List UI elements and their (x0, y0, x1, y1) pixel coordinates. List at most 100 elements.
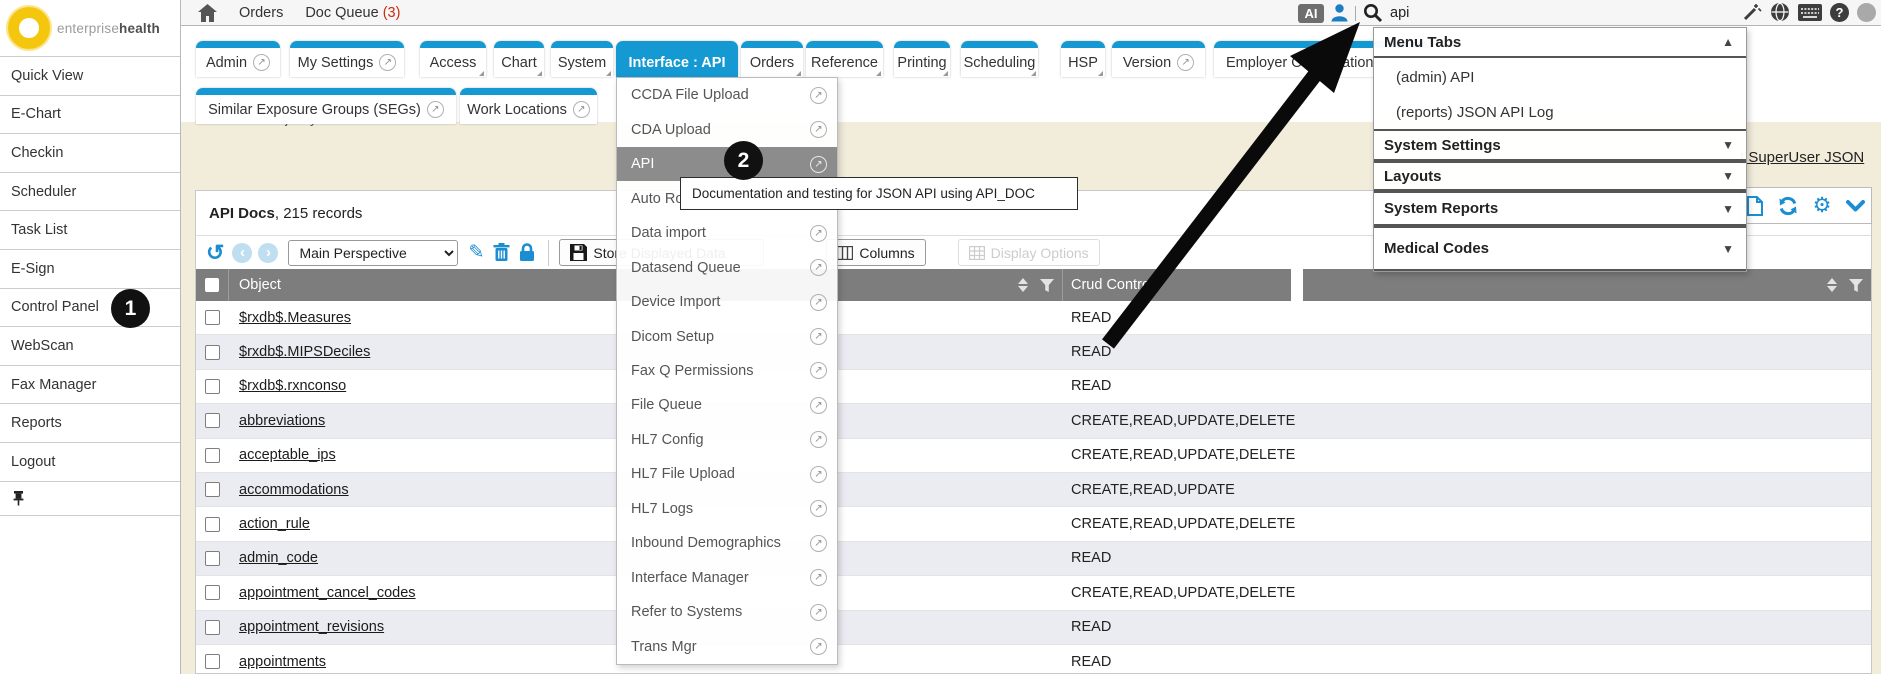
tab-chart[interactable]: Chart (494, 41, 544, 77)
menu-item-hl7-file-upload[interactable]: HL7 File Upload↗ (617, 457, 837, 491)
search-section-system-settings[interactable]: System Settings▼ (1374, 129, 1746, 161)
select-all-checkbox[interactable] (205, 278, 219, 292)
menu-item-cda-upload[interactable]: CDA Upload↗ (617, 112, 837, 146)
columns-button[interactable]: Columns (826, 239, 925, 266)
object-link[interactable]: accommodations (239, 482, 349, 498)
object-link[interactable]: admin_code (239, 550, 318, 566)
search-section-layouts[interactable]: Layouts▼ (1374, 161, 1746, 191)
object-link[interactable]: appointment_revisions (239, 619, 384, 635)
menu-item-device-import[interactable]: Device Import↗ (617, 285, 837, 319)
menu-item-interface-manager[interactable]: Interface Manager↗ (617, 561, 837, 595)
menu-item-data-import[interactable]: Data import↗ (617, 216, 837, 250)
edit-perspective-icon[interactable]: ✎ (468, 241, 484, 264)
sidebar-item-task-list[interactable]: Task List (0, 211, 180, 250)
tab-system[interactable]: System (551, 41, 613, 77)
sidebar-item-scheduler[interactable]: Scheduler (0, 173, 180, 212)
tab-printing[interactable]: Printing (894, 41, 950, 77)
menu-item-file-queue[interactable]: File Queue↗ (617, 388, 837, 422)
row-checkbox[interactable] (205, 345, 220, 360)
ai-badge[interactable]: AI (1298, 4, 1324, 23)
superuser-link[interactable]: t SuperUser JSON (1740, 149, 1864, 166)
help-icon[interactable]: ? (1830, 3, 1849, 22)
sidebar-item-fax-manager[interactable]: Fax Manager (0, 366, 180, 405)
search-input[interactable]: api (1390, 5, 1409, 21)
search-icon[interactable] (1363, 3, 1383, 23)
new-document-icon[interactable] (1747, 196, 1763, 216)
sidebar-item-logout[interactable]: Logout (0, 443, 180, 482)
pushpin-icon[interactable] (11, 490, 26, 506)
sidebar-item-quick-view[interactable]: Quick View (0, 57, 180, 96)
tab-reference[interactable]: Reference (806, 41, 883, 77)
home-icon[interactable] (198, 4, 217, 22)
row-checkbox[interactable] (205, 413, 220, 428)
tab-version[interactable]: Version↗ (1112, 41, 1205, 77)
user-icon[interactable] (1331, 4, 1348, 22)
tab-orders[interactable]: Orders (741, 41, 803, 77)
object-link[interactable]: $rxdb$.Measures (239, 310, 351, 326)
sidebar-item-e-chart[interactable]: E-Chart (0, 96, 180, 135)
sidebar-item-e-sign[interactable]: E-Sign (0, 250, 180, 289)
undo-icon[interactable]: ↺ (206, 243, 224, 263)
topnav-orders[interactable]: Orders (239, 5, 283, 21)
object-link[interactable]: appointment_cancel_codes (239, 585, 416, 601)
delete-perspective-icon[interactable] (493, 243, 510, 262)
menu-item-datasend-queue[interactable]: Datasend Queue↗ (617, 250, 837, 284)
object-link[interactable]: acceptable_ips (239, 447, 336, 463)
wand-icon[interactable] (1742, 2, 1762, 22)
search-section-menu-tabs[interactable]: Menu Tabs▲ (1374, 28, 1746, 58)
tab-admin[interactable]: Admin↗ (196, 41, 280, 77)
sort-icon[interactable] (1827, 278, 1837, 292)
row-checkbox[interactable] (205, 620, 220, 635)
menu-item-refer-to-systems[interactable]: Refer to Systems↗ (617, 595, 837, 629)
sort-icon[interactable] (1018, 278, 1028, 292)
refresh-icon[interactable] (1778, 196, 1798, 216)
tab-hsp[interactable]: HSP (1061, 41, 1105, 77)
perspective-select[interactable]: Main Perspective (288, 240, 458, 266)
topnav-doc-queue[interactable]: Doc Queue (3) (305, 5, 400, 21)
row-checkbox[interactable] (205, 517, 220, 532)
search-result-admin-api[interactable]: (admin) API (1374, 58, 1746, 96)
filter-funnel-icon[interactable] (1849, 279, 1863, 292)
object-link[interactable]: action_rule (239, 516, 310, 532)
chevron-down-icon[interactable] (1846, 200, 1865, 212)
session-icon[interactable] (1857, 3, 1876, 22)
menu-item-ccda-file-upload[interactable]: CCDA File Upload↗ (617, 78, 837, 112)
sidebar-item-control-panel[interactable]: Control Panel (0, 289, 180, 328)
row-checkbox[interactable] (205, 448, 220, 463)
row-checkbox[interactable] (205, 585, 220, 600)
row-checkbox[interactable] (205, 551, 220, 566)
prev-page-button[interactable]: ‹ (232, 243, 252, 263)
tab-scheduling[interactable]: Scheduling (961, 41, 1038, 77)
lock-icon[interactable] (519, 243, 535, 262)
search-section-system-reports[interactable]: System Reports▼ (1374, 191, 1746, 226)
menu-item-hl7-logs[interactable]: HL7 Logs↗ (617, 492, 837, 526)
next-page-button[interactable]: › (258, 243, 278, 263)
menu-item-inbound-demographics[interactable]: Inbound Demographics↗ (617, 526, 837, 560)
row-checkbox[interactable] (205, 379, 220, 394)
tab-work-locations[interactable]: Work Locations↗ (460, 88, 597, 124)
search-result-reports-json-api-log[interactable]: (reports) JSON API Log (1374, 96, 1746, 129)
filter-funnel-icon[interactable] (1040, 279, 1054, 292)
object-link[interactable]: $rxdb$.MIPSDeciles (239, 344, 370, 360)
object-link[interactable]: appointments (239, 654, 326, 670)
sidebar-item-reports[interactable]: Reports (0, 404, 180, 443)
tab-access[interactable]: Access (420, 41, 486, 77)
row-checkbox[interactable] (205, 482, 220, 497)
menu-item-hl7-config[interactable]: HL7 Config↗ (617, 423, 837, 457)
menu-item-dicom-setup[interactable]: Dicom Setup↗ (617, 319, 837, 353)
globe-icon[interactable] (1770, 2, 1790, 22)
tab-interface-api[interactable]: Interface : API (616, 41, 738, 77)
tab-my-settings[interactable]: My Settings↗ (290, 41, 404, 77)
tab-similar-exposure-groups[interactable]: Similar Exposure Groups (SEGs)↗ (196, 88, 456, 124)
object-link[interactable]: $rxdb$.rxnconso (239, 378, 346, 394)
sidebar-item-checkin[interactable]: Checkin (0, 134, 180, 173)
row-checkbox[interactable] (205, 310, 220, 325)
gear-icon[interactable]: ⚙ (1813, 197, 1832, 215)
search-section-medical-codes[interactable]: Medical Codes▼ (1374, 226, 1746, 271)
sidebar-item-webscan[interactable]: WebScan (0, 327, 180, 366)
object-link[interactable]: abbreviations (239, 413, 325, 429)
menu-item-fax-q-permissions[interactable]: Fax Q Permissions↗ (617, 354, 837, 388)
row-checkbox[interactable] (205, 654, 220, 669)
menu-item-trans-mgr[interactable]: Trans Mgr↗ (617, 630, 837, 664)
keyboard-icon[interactable] (1798, 4, 1822, 21)
